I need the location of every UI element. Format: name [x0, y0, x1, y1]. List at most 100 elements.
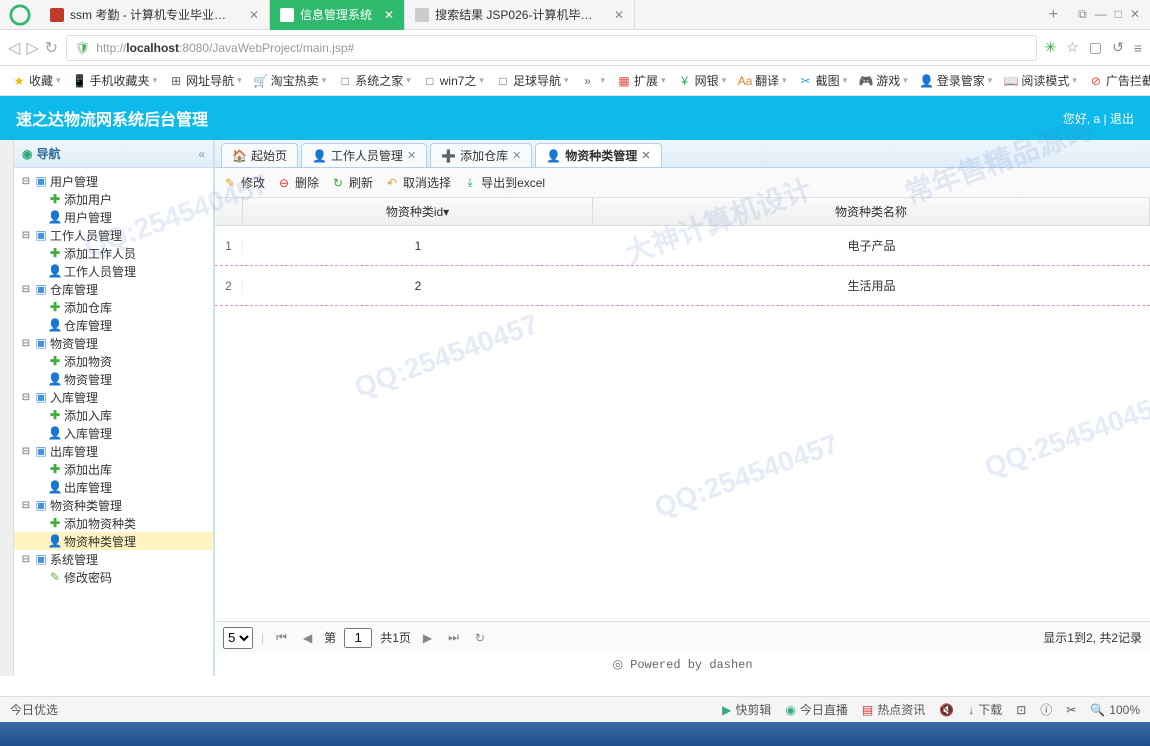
- close-tab-icon[interactable]: ✕: [384, 8, 394, 22]
- tree-node[interactable]: 👤物资种类管理: [14, 532, 213, 550]
- last-page-button[interactable]: ⏭: [444, 630, 463, 645]
- expand-icon[interactable]: ⊟: [20, 176, 32, 187]
- bookmark-item[interactable]: □系统之家▾: [334, 70, 415, 91]
- window-restore-icon[interactable]: ⧉: [1078, 7, 1087, 22]
- page-size-select[interactable]: 5: [223, 627, 253, 649]
- content-tab[interactable]: 🏠起始页: [221, 143, 298, 167]
- first-page-button[interactable]: ⏮: [272, 630, 291, 645]
- browser-tab[interactable]: 信息管理系统✕: [270, 0, 405, 30]
- close-tab-icon[interactable]: ✕: [249, 8, 259, 22]
- tree-node[interactable]: ✚添加仓库: [14, 298, 213, 316]
- bookmark-item[interactable]: 👤登录管家▾: [916, 70, 997, 91]
- expand-icon[interactable]: ⊟: [20, 554, 32, 565]
- bookmark-item[interactable]: 📱手机收藏夹▾: [69, 70, 162, 91]
- collapse-sidebar-icon[interactable]: «: [198, 147, 205, 161]
- status-news[interactable]: ▤热点资讯: [862, 701, 925, 718]
- close-tab-icon[interactable]: ✕: [641, 149, 650, 162]
- window-minimize-icon[interactable]: —: [1095, 7, 1107, 22]
- tree-node[interactable]: ⊟▣物资管理: [14, 334, 213, 352]
- window-close-icon[interactable]: ✕: [1130, 7, 1140, 22]
- menu-icon[interactable]: ≡: [1134, 40, 1142, 56]
- tree-node[interactable]: ⊟▣物资种类管理: [14, 496, 213, 514]
- toolbar-button[interactable]: ↻刷新: [331, 174, 373, 191]
- phone-icon[interactable]: ▢: [1089, 39, 1102, 56]
- reload-button[interactable]: ↻: [45, 38, 58, 58]
- tree-node[interactable]: 👤用户管理: [14, 208, 213, 226]
- toolbar-button[interactable]: ✎修改: [223, 174, 265, 191]
- tree-node[interactable]: 👤出库管理: [14, 478, 213, 496]
- forward-button[interactable]: ▷: [26, 38, 38, 58]
- status-download[interactable]: ↓ 下载: [968, 701, 1002, 718]
- bookmark-item[interactable]: ⊞网址导航▾: [165, 70, 246, 91]
- tree-node[interactable]: ⊟▣工作人员管理: [14, 226, 213, 244]
- table-row[interactable]: 11电子产品: [215, 226, 1150, 266]
- bookmark-item[interactable]: ★收藏▾: [8, 70, 65, 91]
- bookmark-item[interactable]: 🛒淘宝热卖▾: [250, 70, 331, 91]
- status-pip-icon[interactable]: ⊡: [1016, 703, 1026, 717]
- page-input[interactable]: [344, 628, 372, 648]
- bookmark-item[interactable]: □足球导航▾: [492, 70, 573, 91]
- tree-node[interactable]: ⊟▣入库管理: [14, 388, 213, 406]
- close-tab-icon[interactable]: ✕: [614, 8, 624, 22]
- content-tab[interactable]: 👤物资种类管理✕: [535, 143, 661, 167]
- bookmark-item[interactable]: 📖阅读模式▾: [1000, 70, 1081, 91]
- tree-node[interactable]: 👤工作人员管理: [14, 262, 213, 280]
- close-tab-icon[interactable]: ✕: [512, 149, 521, 162]
- tree-node[interactable]: ✚添加物资种类: [14, 514, 213, 532]
- tree-node[interactable]: ⊟▣出库管理: [14, 442, 213, 460]
- bookmark-item[interactable]: »▾: [577, 72, 610, 90]
- expand-icon[interactable]: ⊟: [20, 230, 32, 241]
- status-mute-icon[interactable]: 🔇: [939, 703, 954, 717]
- status-quickclip[interactable]: ▶快剪辑: [722, 701, 771, 718]
- browser-tab[interactable]: 搜索结果 JSP026-计算机毕业设✕: [405, 0, 635, 30]
- expand-icon[interactable]: ⊟: [20, 284, 32, 295]
- tree-node[interactable]: 👤物资管理: [14, 370, 213, 388]
- browser-tab[interactable]: ssm 考勤 - 计算机专业毕业设计✕: [40, 0, 270, 30]
- tree-node[interactable]: ✚添加出库: [14, 460, 213, 478]
- tree-node[interactable]: ⊟▣系统管理: [14, 550, 213, 568]
- aperture-icon[interactable]: ✳: [1045, 39, 1057, 56]
- tree-node[interactable]: 👤入库管理: [14, 424, 213, 442]
- close-tab-icon[interactable]: ✕: [407, 149, 416, 162]
- expand-icon[interactable]: ⊟: [20, 392, 32, 403]
- bookmark-item[interactable]: Aa翻译▾: [734, 70, 791, 91]
- back-button[interactable]: ◁: [8, 38, 20, 58]
- tree-node[interactable]: ⊟▣用户管理: [14, 172, 213, 190]
- logout-link[interactable]: 退出: [1110, 112, 1134, 126]
- tree-node[interactable]: ✚添加工作人员: [14, 244, 213, 262]
- bookmark-item[interactable]: □win7之▾: [419, 70, 488, 91]
- star-icon[interactable]: ☆: [1066, 39, 1079, 56]
- prev-page-button[interactable]: ◀: [299, 631, 316, 645]
- bookmark-item[interactable]: 🎮游戏▾: [855, 70, 912, 91]
- content-tab[interactable]: ➕添加仓库✕: [430, 143, 532, 167]
- new-tab-button[interactable]: +: [1039, 6, 1068, 24]
- content-tab[interactable]: 👤工作人员管理✕: [301, 143, 427, 167]
- bookmark-item[interactable]: ▦扩展▾: [613, 70, 670, 91]
- status-clip-icon[interactable]: ✂: [1066, 703, 1076, 717]
- expand-icon[interactable]: ⊟: [20, 446, 32, 457]
- tree-node[interactable]: ✚添加入库: [14, 406, 213, 424]
- url-input[interactable]: 🛡 http://localhost:8080/JavaWebProject/m…: [66, 35, 1037, 61]
- toolbar-button[interactable]: ⤓导出到excel: [463, 174, 545, 191]
- tree-node[interactable]: 👤仓库管理: [14, 316, 213, 334]
- toolbar-button[interactable]: ↶取消选择: [385, 174, 451, 191]
- history-icon[interactable]: ↺: [1112, 39, 1124, 56]
- status-speed-icon[interactable]: ⓘ: [1040, 701, 1052, 718]
- tree-node[interactable]: ⊟▣仓库管理: [14, 280, 213, 298]
- bookmark-item[interactable]: ✂截图▾: [795, 70, 852, 91]
- window-controls[interactable]: ⧉ — □ ✕: [1068, 7, 1150, 22]
- bookmark-item[interactable]: ⊘广告拦截▾: [1085, 70, 1150, 91]
- today-pick[interactable]: 今日优选: [10, 701, 58, 718]
- expand-icon[interactable]: ⊟: [20, 500, 32, 511]
- table-row[interactable]: 22生活用品: [215, 266, 1150, 306]
- window-maximize-icon[interactable]: □: [1115, 7, 1122, 22]
- status-live[interactable]: ◉今日直播: [785, 701, 848, 718]
- bookmark-item[interactable]: ¥网银▾: [674, 70, 731, 91]
- col-header-name[interactable]: 物资种类名称: [593, 198, 1150, 225]
- tree-node[interactable]: ✚添加物资: [14, 352, 213, 370]
- tree-node[interactable]: ✚添加用户: [14, 190, 213, 208]
- toolbar-button[interactable]: ⊖删除: [277, 174, 319, 191]
- expand-icon[interactable]: ⊟: [20, 338, 32, 349]
- col-header-id[interactable]: 物资种类id ▾: [243, 198, 593, 225]
- tree-node[interactable]: ✎修改密码: [14, 568, 213, 586]
